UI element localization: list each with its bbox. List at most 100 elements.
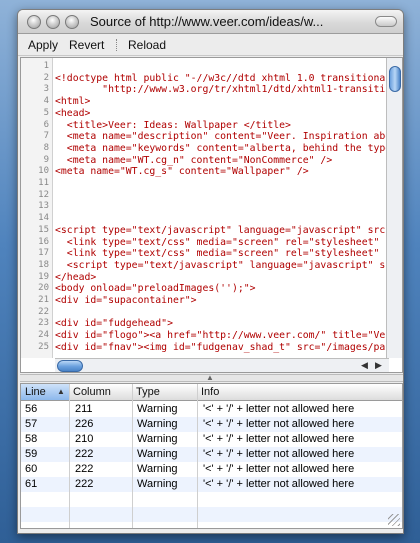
empty-row — [21, 507, 402, 522]
cell-info: '<' + '/' + letter not allowed here — [203, 418, 355, 430]
code-line[interactable]: <html> — [55, 96, 90, 107]
line-number: 2 — [43, 72, 49, 83]
cell-info: '<' + '/' + letter not allowed here — [203, 478, 355, 490]
code-line[interactable]: <div id="supacontainer"> — [55, 295, 197, 306]
cell-column: 222 — [75, 448, 94, 460]
code-line[interactable]: <link type="text/css" media="screen" rel… — [55, 237, 391, 248]
code-line[interactable]: <body onload="preloadImages('');"> — [55, 283, 256, 294]
reload-button[interactable]: Reload — [128, 38, 166, 52]
column-divider — [132, 384, 133, 528]
split-handle-icon[interactable]: ▲ — [206, 373, 214, 382]
line-number: 18 — [38, 259, 49, 270]
line-number: 10 — [38, 166, 49, 177]
code-line[interactable]: </head> — [55, 272, 96, 283]
title-bar[interactable]: Source of http://www.veer.com/ideas/w... — [18, 10, 403, 34]
cell-column: 210 — [75, 433, 94, 445]
code-line[interactable]: <meta name="WT.cg_s" content="Wallpaper"… — [55, 166, 309, 177]
line-number: 20 — [38, 283, 49, 294]
cell-info: '<' + '/' + letter not allowed here — [203, 463, 355, 475]
minimize-icon[interactable] — [46, 15, 60, 29]
pane-splitter[interactable]: ▲ — [20, 373, 403, 382]
code-line[interactable]: <script type="text/javascript" language=… — [55, 260, 391, 271]
scroll-left-icon[interactable]: ◀ — [361, 360, 368, 371]
table-row[interactable]: 60 222 Warning '<' + '/' + letter not allow… — [21, 462, 402, 477]
column-divider — [197, 384, 198, 528]
table-row[interactable]: 57 226 Warning '<' + '/' + letter not allow… — [21, 417, 402, 432]
line-number: 16 — [38, 236, 49, 247]
line-number: 13 — [38, 201, 49, 212]
vertical-scrollbar[interactable] — [386, 58, 402, 358]
line-number: 9 — [43, 154, 49, 165]
table-row[interactable]: 59 222 Warning '<' + '/' + letter not allow… — [21, 447, 402, 462]
cell-info: '<' + '/' + letter not allowed here — [203, 433, 355, 445]
validation-table[interactable]: Line ▲ Column Type Info 56 211 Warning '<' … — [20, 383, 403, 529]
revert-button[interactable]: Revert — [69, 38, 104, 52]
code-line[interactable]: <div id="fudgehead"> — [55, 318, 173, 329]
cell-line: 61 — [25, 478, 38, 490]
cell-type: Warning — [137, 478, 178, 490]
code-line[interactable]: <meta name="WT.cg_n" content="NonCommerc… — [55, 155, 332, 166]
line-number: 22 — [38, 306, 49, 317]
cell-line: 58 — [25, 433, 38, 445]
cell-line: 56 — [25, 403, 38, 415]
horizontal-scrollbar[interactable]: ◀ ▶ — [55, 358, 389, 372]
toolbar-toggle-icon[interactable] — [375, 16, 397, 27]
column-divider — [69, 384, 70, 528]
source-window: Source of http://www.veer.com/ideas/w...… — [17, 9, 404, 534]
line-number: 5 — [43, 107, 49, 118]
line-number: 21 — [38, 295, 49, 305]
code-line[interactable]: "http://www.w3.org/tr/xhtml1/dtd/xhtml1-… — [55, 84, 385, 95]
cell-info: '<' + '/' + letter not allowed here — [203, 448, 355, 460]
window-title: Source of http://www.veer.com/ideas/w... — [90, 14, 324, 29]
line-number: 19 — [38, 271, 49, 282]
column-header-column[interactable]: Column — [73, 386, 111, 398]
code-line[interactable]: <link type="text/css" media="screen" rel… — [55, 248, 391, 259]
line-number: 12 — [38, 189, 49, 200]
code-line[interactable]: <script type="text/javascript" language=… — [55, 225, 385, 236]
cell-line: 59 — [25, 448, 38, 460]
code-line[interactable]: <div id="fnav"><img id="fudgenav_shad_t"… — [55, 342, 385, 353]
line-number: 8 — [43, 142, 49, 153]
cell-type: Warning — [137, 463, 178, 475]
code-line[interactable]: <!doctype html public "-//w3c//dtd xhtml… — [55, 73, 385, 84]
line-number: 4 — [43, 96, 49, 107]
horizontal-scroll-thumb[interactable] — [57, 360, 83, 372]
code-line[interactable]: <div id="flogo"><a href="http://www.veer… — [55, 330, 385, 341]
cell-type: Warning — [137, 448, 178, 460]
source-editor[interactable]: 1 2 <!doctype html public "-//w3c//dtd xht… — [20, 57, 403, 373]
cell-line: 57 — [25, 418, 38, 430]
line-number: 15 — [38, 224, 49, 235]
vertical-scroll-thumb[interactable] — [389, 66, 401, 92]
line-number: 23 — [38, 318, 49, 329]
line-number: 14 — [38, 213, 49, 224]
line-number: 6 — [43, 119, 49, 130]
column-header-info[interactable]: Info — [201, 386, 219, 398]
code-line[interactable]: <head> — [55, 108, 90, 119]
code-line[interactable]: <title>Veer: Ideas: Wallpaper </title> — [55, 120, 291, 131]
zoom-icon[interactable] — [65, 15, 79, 29]
sort-ascending-icon: ▲ — [57, 387, 65, 396]
table-row[interactable]: 56 211 Warning '<' + '/' + letter not allow… — [21, 402, 402, 417]
line-number: 7 — [43, 131, 49, 142]
column-header-type[interactable]: Type — [136, 386, 160, 398]
toolbar: Apply Revert Reload — [18, 34, 403, 56]
cell-line: 60 — [25, 463, 38, 475]
line-number: 3 — [43, 84, 49, 95]
line-number: 25 — [38, 341, 49, 352]
resize-grip-icon[interactable] — [388, 514, 400, 526]
empty-row — [21, 492, 402, 507]
cell-type: Warning — [137, 403, 178, 415]
close-icon[interactable] — [27, 15, 41, 29]
code-line[interactable]: <meta name="keywords" content="alberta, … — [55, 143, 391, 154]
table-row[interactable]: 58 210 Warning '<' + '/' + letter not allow… — [21, 432, 402, 447]
line-number: 11 — [38, 178, 49, 188]
apply-button[interactable]: Apply — [28, 38, 58, 52]
scroll-right-icon[interactable]: ▶ — [375, 360, 382, 371]
code-line[interactable]: <meta name="description" content="Veer. … — [55, 131, 391, 142]
line-number: 17 — [38, 248, 49, 259]
cell-column: 211 — [75, 403, 93, 415]
cell-column: 222 — [75, 463, 94, 475]
cell-info: '<' + '/' + letter not allowed here — [203, 403, 355, 415]
table-row[interactable]: 61 222 Warning '<' + '/' + letter not allow… — [21, 477, 402, 492]
cell-column: 222 — [75, 478, 94, 490]
